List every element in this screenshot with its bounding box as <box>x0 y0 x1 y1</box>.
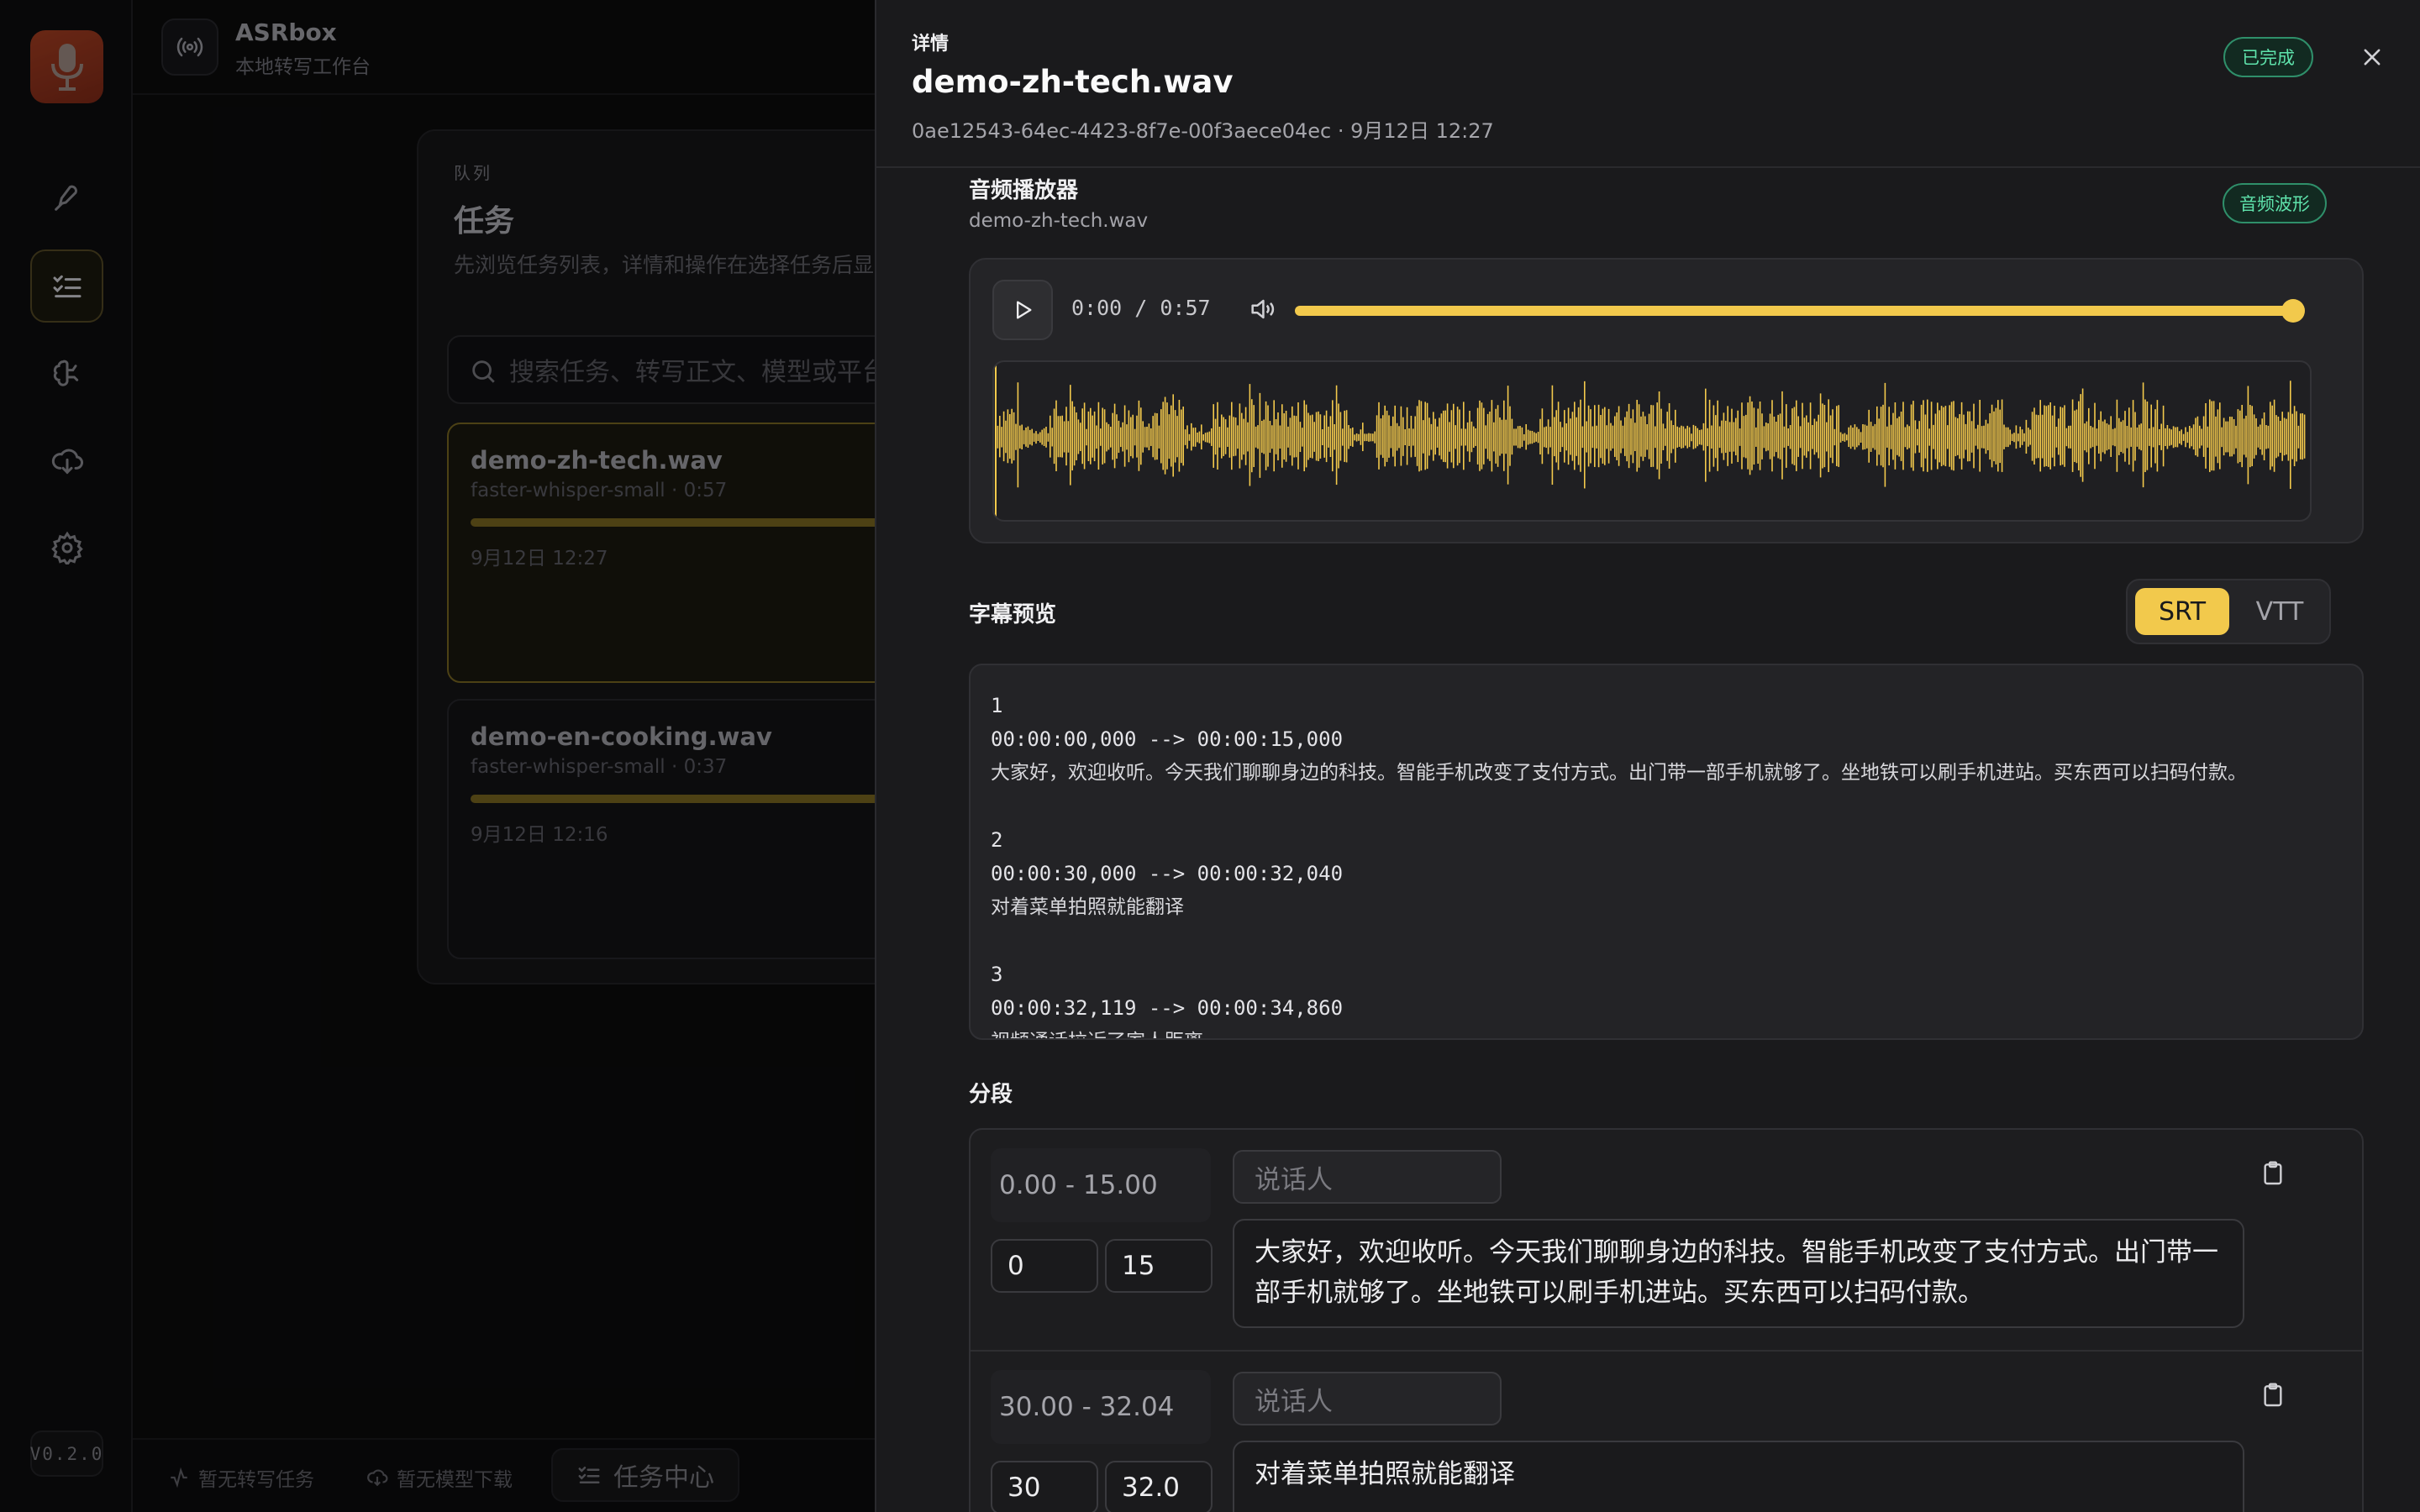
cue-index: 1 <box>991 694 1003 717</box>
clipboard-icon[interactable] <box>2260 1382 2286 1412</box>
segments-list: 0.00 - 15.00 0 15 说话人 大家好，欢迎收听。今天我们聊聊身边的… <box>969 1128 2364 1512</box>
cue-index: 2 <box>991 828 1003 852</box>
detail-drawer: 音频播放器 demo-zh-tech.wav 音频波形 0:00 / 0:57 … <box>875 0 2420 1512</box>
audio-player: 0:00 / 0:57 <box>969 258 2364 543</box>
subtitle-cue: 2 00:00:30,000 --> 00:00:32,040 对着菜单拍照就能… <box>991 823 2342 924</box>
cue-text: 大家好，欢迎收听。今天我们聊聊身边的科技。智能手机改变了支付方式。出门带一部手机… <box>991 762 2247 784</box>
speaker-input[interactable]: 说话人 <box>1233 1150 1502 1204</box>
playback-time: 0:00 / 0:57 <box>1071 296 1211 320</box>
segment-row: 30.00 - 32.04 30 32.0 说话人 对着菜单拍照就能翻译 <box>971 1350 2362 1512</box>
segment-end-input[interactable]: 32.0 <box>1105 1461 1213 1512</box>
play-icon <box>1017 301 1032 319</box>
seek-slider[interactable] <box>1295 299 2305 323</box>
detail-title: demo-zh-tech.wav <box>912 64 1234 100</box>
player-title: 音频播放器 <box>969 178 1079 203</box>
waveform-graphic <box>995 365 2306 517</box>
cue-time: 00:00:30,000 --> 00:00:32,040 <box>991 862 1344 885</box>
subtitle-preview[interactable]: 1 00:00:00,000 --> 00:00:15,000 大家好，欢迎收听… <box>969 664 2364 1040</box>
segment-end-input[interactable]: 15 <box>1105 1239 1213 1293</box>
segments-title: 分段 <box>969 1082 1013 1107</box>
close-button[interactable] <box>2352 37 2392 77</box>
cue-text: 对着菜单拍照就能翻译 <box>991 896 1184 918</box>
seek-progress <box>1295 306 2293 316</box>
speaker-input[interactable]: 说话人 <box>1233 1372 1502 1425</box>
cue-text: 视频通话拉近了家人距离 <box>991 1025 2342 1038</box>
player-filename: demo-zh-tech.wav <box>969 210 1149 232</box>
clipboard-icon[interactable] <box>2260 1160 2286 1190</box>
close-icon <box>2364 49 2381 66</box>
segment-text-input[interactable]: 大家好，欢迎收听。今天我们聊聊身边的科技。智能手机改变了支付方式。出门带一部手机… <box>1233 1219 2244 1328</box>
segment-range: 0.00 - 15.00 <box>991 1148 1211 1222</box>
detail-meta: 0ae12543-64ec-4423-8f7e-00f3aece04ec · 9… <box>912 119 1494 143</box>
segment-start-input[interactable]: 30 <box>991 1461 1098 1512</box>
cue-index: 3 <box>991 963 1003 986</box>
waveform-badge: 音频波形 <box>2223 183 2327 223</box>
subtitle-cue: 1 00:00:00,000 --> 00:00:15,000 大家好，欢迎收听… <box>991 689 2342 790</box>
cue-time: 00:00:32,119 --> 00:00:34,860 <box>991 996 1344 1020</box>
segment-text-input[interactable]: 对着菜单拍照就能翻译 <box>1233 1441 2244 1512</box>
status-badge: 已完成 <box>2223 37 2313 77</box>
cue-time: 00:00:00,000 --> 00:00:15,000 <box>991 727 1344 751</box>
detail-kicker: 详情 <box>912 34 950 55</box>
format-toggle: SRT VTT <box>2126 579 2331 644</box>
seek-handle[interactable] <box>2281 299 2305 323</box>
segment-start-input[interactable]: 0 <box>991 1239 1098 1293</box>
modal-backdrop[interactable] <box>0 0 875 1512</box>
format-srt-button[interactable]: SRT <box>2135 588 2229 635</box>
subtitle-preview-title: 字幕预览 <box>969 602 1057 627</box>
play-button[interactable] <box>992 280 1053 340</box>
detail-header: 详情 demo-zh-tech.wav 0ae12543-64ec-4423-8… <box>876 0 2420 168</box>
segment-range: 30.00 - 32.04 <box>991 1370 1211 1444</box>
subtitle-cue: 3 00:00:32,119 --> 00:00:34,860 视频通话拉近了家… <box>991 958 2342 1038</box>
format-vtt-button[interactable]: VTT <box>2235 588 2324 635</box>
segment-row: 0.00 - 15.00 0 15 说话人 大家好，欢迎收听。今天我们聊聊身边的… <box>971 1130 2362 1350</box>
waveform[interactable] <box>992 360 2312 522</box>
volume-icon[interactable] <box>1248 295 1276 327</box>
